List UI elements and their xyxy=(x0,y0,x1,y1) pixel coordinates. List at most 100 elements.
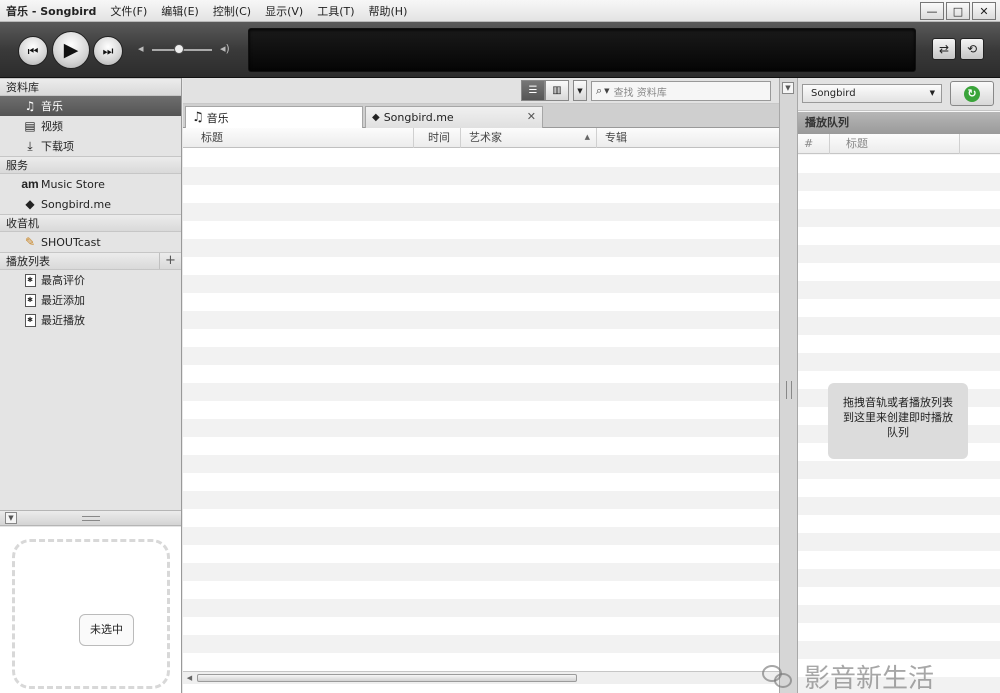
close-window-button[interactable]: ✕ xyxy=(972,2,996,20)
section-header-library: 资料库 xyxy=(0,78,181,96)
sidebar-item-label: Songbird.me xyxy=(41,197,111,211)
chevron-down-icon: ▼ xyxy=(577,86,583,95)
minimize-button[interactable]: — xyxy=(920,2,944,20)
maximize-button[interactable]: □ xyxy=(946,2,970,20)
grip-handle-icon[interactable] xyxy=(786,381,792,399)
collapse-pane-button[interactable]: ▼ xyxy=(782,82,794,94)
library-toolbar: ☰ ▥ ▼ ⌕ ▼ 查找 资料库 xyxy=(183,78,779,104)
sidebar-item-recently-played[interactable]: ✱ 最近播放 xyxy=(0,310,181,330)
scroll-left-icon[interactable]: ◀ xyxy=(184,673,195,683)
sidebar-item-label: 最近播放 xyxy=(41,314,85,327)
wechat-logo-icon xyxy=(762,663,796,691)
search-input[interactable]: ⌕ ▼ 查找 资料库 xyxy=(591,81,771,101)
next-track-button[interactable]: ⏭ xyxy=(93,36,123,66)
sidebar-item-songbird-me[interactable]: ◆ Songbird.me xyxy=(0,194,181,214)
radio-icon: ✎ xyxy=(24,235,36,249)
track-list[interactable] xyxy=(183,149,779,677)
column-time[interactable]: 时间 xyxy=(414,128,461,148)
scrollbar-thumb[interactable] xyxy=(197,674,577,682)
sidebar-item-video[interactable]: ▤ 视频 xyxy=(0,116,181,136)
play-icon: ▶ xyxy=(63,39,79,61)
film-icon: ▤ xyxy=(24,119,36,133)
sidebar-item-label: 视频 xyxy=(41,120,63,133)
sidebar-item-music[interactable]: ♫ 音乐 xyxy=(0,96,181,116)
playlist-icon: ✱ xyxy=(22,312,38,328)
sidebar-item-downloads[interactable]: ⤓ 下载项 xyxy=(0,136,181,156)
no-selection-button[interactable]: 未选中 xyxy=(79,614,134,646)
amazon-icon: am xyxy=(21,177,39,191)
menu-view[interactable]: 显示(V) xyxy=(265,3,303,19)
grid-view-icon: ▥ xyxy=(552,85,562,96)
album-art-pane: 未选中 xyxy=(0,527,181,693)
list-view-button[interactable]: ☰ xyxy=(521,80,545,101)
drop-hint: 拖拽音轨或者播放列表到这里来创建即时播放队列 xyxy=(828,383,968,459)
sidebar-item-label: Music Store xyxy=(41,177,105,191)
section-header-label: 播放列表 xyxy=(6,255,50,268)
sidebar-item-label: SHOUTcast xyxy=(41,235,101,249)
songbird-icon: ◆ xyxy=(372,112,380,123)
menu-control[interactable]: 控制(C) xyxy=(213,3,251,19)
refresh-icon: ↻ xyxy=(964,85,980,102)
sidebar-item-music-store[interactable]: am Music Store xyxy=(0,174,181,194)
close-tab-icon[interactable]: ✕ xyxy=(527,110,536,123)
collapse-pane-button[interactable]: ▼ xyxy=(5,512,17,524)
view-dropdown-button[interactable]: ▼ xyxy=(573,80,587,101)
column-title[interactable]: 标题 xyxy=(193,128,414,148)
playlist-icon: ✱ xyxy=(22,292,38,308)
chevron-down-icon[interactable]: ▼ xyxy=(604,87,609,95)
sidebar-item-shoutcast[interactable]: ✎ SHOUTcast xyxy=(0,232,181,252)
sidebar-item-label: 最近添加 xyxy=(41,294,85,307)
column-album[interactable]: 专辑 xyxy=(597,128,779,148)
tab-music[interactable]: ♫ 音乐 xyxy=(185,106,363,128)
watermark-text: 影音新生活 xyxy=(804,664,935,693)
repeat-icon: ⟲ xyxy=(966,42,978,56)
refresh-button[interactable]: ↻ xyxy=(950,81,994,106)
menu-bar: 文件(F) 编辑(E) 控制(C) 显示(V) 工具(T) 帮助(H) xyxy=(110,3,421,19)
repeat-button[interactable]: ⟲ xyxy=(960,38,984,60)
sidebar-item-recently-added[interactable]: ✱ 最近添加 xyxy=(0,290,181,310)
sidebar-item-label: 下载项 xyxy=(41,140,74,153)
sidebar-item-top-rated[interactable]: ✱ 最高评价 xyxy=(0,270,181,290)
section-header-services: 服务 xyxy=(0,156,181,174)
column-artist[interactable]: 艺术家 ▲ xyxy=(461,128,597,148)
grip-handle-icon[interactable] xyxy=(82,516,100,521)
music-note-icon: ♫ xyxy=(24,99,36,113)
play-queue-column-header: # 标题 xyxy=(798,134,1000,154)
menu-tools[interactable]: 工具(T) xyxy=(317,3,354,19)
menu-file[interactable]: 文件(F) xyxy=(110,3,147,19)
sidebar: 资料库 ♫ 音乐 ▤ 视频 ⤓ 下载项 服务 am Music Store ◆ … xyxy=(0,78,182,693)
search-placeholder: 查找 资料库 xyxy=(613,87,667,99)
shuffle-icon: ⇄ xyxy=(938,42,950,56)
album-art-drop-zone[interactable]: 未选中 xyxy=(12,539,170,689)
play-queue-pane: Songbird ▼ ↻ 播放队列 # 标题 拖拽音轨或者播放列表到这里来创建即… xyxy=(798,78,1000,693)
search-icon: ⌕ xyxy=(596,84,603,97)
watermark: 影音新生活 xyxy=(762,660,934,693)
sidebar-splitter[interactable]: ▼ xyxy=(0,510,181,526)
display-pane-select[interactable]: Songbird ▼ xyxy=(802,84,942,103)
playlist-icon: ✱ xyxy=(22,272,38,288)
filter-view-button[interactable]: ▥ xyxy=(545,80,569,101)
menu-help[interactable]: 帮助(H) xyxy=(369,3,408,19)
column-title[interactable]: 标题 xyxy=(830,134,960,154)
sidebar-item-label: 最高评价 xyxy=(41,274,85,287)
horizontal-scrollbar[interactable]: ◀ xyxy=(183,671,779,684)
sidebar-item-label: 音乐 xyxy=(41,100,63,113)
now-playing-display xyxy=(248,28,916,72)
previous-track-button[interactable]: ⏮ xyxy=(18,36,48,66)
next-icon: ⏭ xyxy=(102,43,114,58)
previous-icon: ⏮ xyxy=(27,43,39,58)
shuffle-button[interactable]: ⇄ xyxy=(932,38,956,60)
songbird-icon: ◆ xyxy=(25,197,35,211)
play-button[interactable]: ▶ xyxy=(52,31,90,69)
track-column-header: 标题 时间 艺术家 ▲ 专辑 xyxy=(183,128,779,148)
pane-divider[interactable]: ▼ xyxy=(779,78,798,693)
tab-songbird-me[interactable]: ◆ Songbird.me ✕ xyxy=(365,106,543,128)
add-playlist-button[interactable]: + xyxy=(159,253,181,269)
chevron-down-icon: ▼ xyxy=(929,89,935,97)
menu-edit[interactable]: 编辑(E) xyxy=(161,3,199,19)
volume-slider-handle[interactable] xyxy=(174,44,184,54)
player-controls: ⏮ ▶ ⏭ ◂ ◂) ⇄ ⟲ xyxy=(0,22,1000,78)
window-title: 音乐 - Songbird xyxy=(6,4,97,18)
tab-label: 音乐 xyxy=(206,111,229,125)
column-number[interactable]: # xyxy=(798,134,830,154)
